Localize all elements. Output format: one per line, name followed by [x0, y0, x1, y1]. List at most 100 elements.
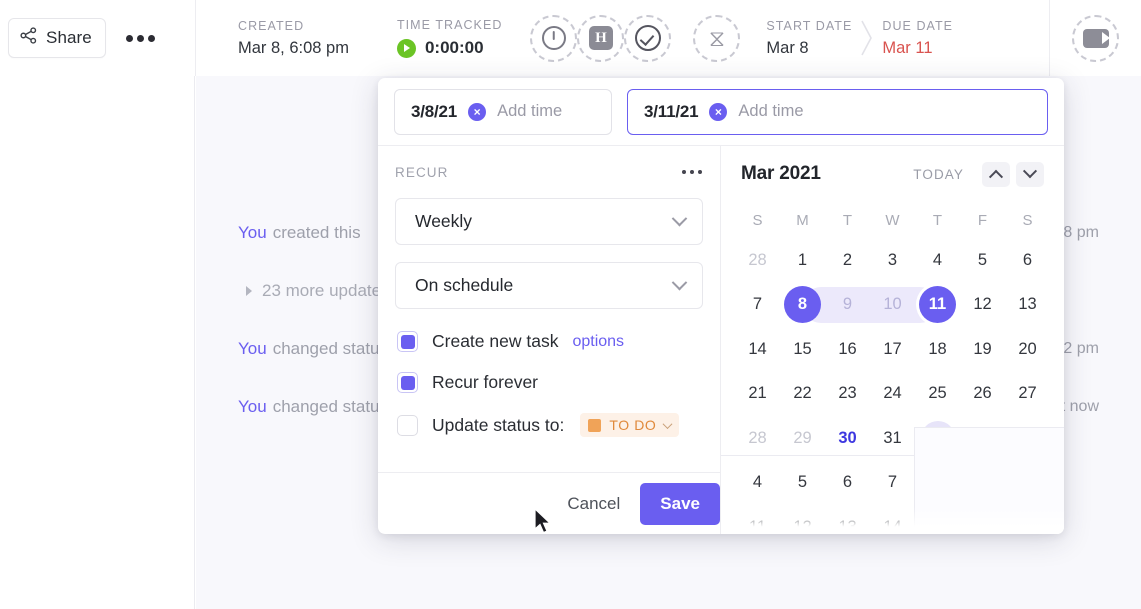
- start-date-input[interactable]: 3/8/21 × Add time: [394, 88, 612, 135]
- calendar-prev-month-button[interactable]: [982, 161, 1010, 187]
- calendar-day-cell[interactable]: 17: [870, 327, 915, 372]
- calendar-next-month-button[interactable]: [1016, 161, 1044, 187]
- calendar-day-cell[interactable]: 2: [825, 238, 870, 283]
- recur-frequency-select[interactable]: Weekly: [395, 198, 703, 245]
- calendar-day-cell[interactable]: 27: [1005, 372, 1050, 417]
- calendar-day-cell[interactable]: 31: [870, 416, 915, 461]
- clear-end-date-icon[interactable]: ×: [709, 102, 728, 121]
- recur-frequency-value: Weekly: [415, 211, 473, 231]
- letter-h-icon-button[interactable]: H: [577, 14, 625, 62]
- date-recurrence-popover: 3/8/21 × Add time 3/11/21 × Add time REC…: [378, 78, 1064, 534]
- calendar-day-cell[interactable]: 11: [735, 505, 780, 534]
- calendar-day-cell[interactable]: 1: [915, 416, 960, 461]
- share-button[interactable]: Share: [8, 18, 106, 58]
- time-tracked-field[interactable]: TIME TRACKED 0:00:00: [349, 0, 502, 76]
- calendar-day-cell[interactable]: 16: [960, 505, 1005, 534]
- calendar-day-cell[interactable]: 3: [1005, 416, 1050, 461]
- check-circle-icon-button[interactable]: [624, 14, 672, 62]
- calendar-day-cell[interactable]: 11: [915, 283, 960, 328]
- calendar-day-cell[interactable]: 21: [735, 372, 780, 417]
- time-tracked-caption: TIME TRACKED: [396, 18, 503, 32]
- calendar-day-cell[interactable]: 16: [825, 327, 870, 372]
- recur-forever-checkbox[interactable]: [397, 372, 418, 393]
- calendar-day-cell[interactable]: 14: [870, 505, 915, 534]
- play-circle-icon[interactable]: [396, 38, 416, 58]
- calendar-day-cell[interactable]: 25: [915, 372, 960, 417]
- calendar-day-number: 22: [793, 384, 812, 403]
- calendar-day-cell[interactable]: 9: [960, 461, 1005, 506]
- calendar-day-cell[interactable]: 9: [825, 283, 870, 328]
- recur-mode-select[interactable]: On schedule: [395, 262, 703, 309]
- calendar-day-number: 29: [793, 428, 812, 447]
- calendar-day-cell[interactable]: 29: [780, 416, 825, 461]
- calendar-day-cell[interactable]: 6: [825, 461, 870, 506]
- calendar-day-cell[interactable]: 8: [780, 283, 825, 328]
- calendar-day-cell[interactable]: 22: [780, 372, 825, 417]
- calendar-day-cell[interactable]: 28: [735, 416, 780, 461]
- end-add-time-button[interactable]: Add time: [738, 102, 803, 121]
- calendar-day-cell[interactable]: 13: [1005, 283, 1050, 328]
- clear-start-date-icon[interactable]: ×: [468, 102, 487, 121]
- calendar-day-number: 8: [797, 295, 808, 314]
- update-status-label: Update status to:: [432, 414, 565, 435]
- more-options-button[interactable]: [122, 29, 159, 48]
- recur-more-button[interactable]: [680, 164, 705, 181]
- calendar-day-cell[interactable]: 3: [870, 238, 915, 283]
- calendar-day-cell[interactable]: 15: [780, 327, 825, 372]
- option-recur-forever[interactable]: Recur forever: [397, 372, 720, 393]
- calendar-day-cell[interactable]: 4: [915, 238, 960, 283]
- calendar-day-cell[interactable]: 19: [960, 327, 1005, 372]
- calendar-day-cell[interactable]: 12: [960, 283, 1005, 328]
- calendar-day-cell[interactable]: 1: [780, 238, 825, 283]
- start-date-field[interactable]: START DATE Mar 8: [766, 0, 852, 76]
- calendar-day-cell[interactable]: 7: [735, 283, 780, 328]
- camera-icon-button[interactable]: [1072, 14, 1119, 62]
- calendar-day-cell[interactable]: 13: [825, 505, 870, 534]
- end-date-input[interactable]: 3/11/21 × Add time: [627, 88, 1048, 135]
- calendar-day-number: 17: [1018, 517, 1037, 534]
- calendar-day-number: 3: [887, 250, 898, 269]
- calendar-day-cell[interactable]: 18: [915, 327, 960, 372]
- calendar-day-cell[interactable]: 10: [870, 283, 915, 328]
- calendar-day-cell[interactable]: 23: [825, 372, 870, 417]
- status-select-pill[interactable]: TO DO: [580, 413, 680, 437]
- calendar-day-cell[interactable]: 7: [870, 461, 915, 506]
- create-new-task-options-link[interactable]: options: [572, 333, 624, 351]
- calendar-day-cell[interactable]: 15: [915, 505, 960, 534]
- option-update-status[interactable]: Update status to: TO DO: [397, 413, 720, 437]
- update-status-checkbox[interactable]: [397, 414, 418, 436]
- calendar-day-cell[interactable]: 10: [1005, 461, 1050, 506]
- hourglass-icon-button[interactable]: ⧖: [693, 14, 741, 62]
- calendar-day-cell[interactable]: 26: [960, 372, 1005, 417]
- calendar-day-cell[interactable]: 8: [915, 461, 960, 506]
- save-button[interactable]: Save: [640, 482, 720, 525]
- calendar-day-cell[interactable]: 24: [870, 372, 915, 417]
- time-tracked-value-row[interactable]: 0:00:00: [396, 38, 502, 58]
- option-create-new-task[interactable]: Create new task options: [397, 331, 720, 352]
- calendar-day-cell[interactable]: 14: [735, 327, 780, 372]
- calendar-day-number: 12: [973, 295, 992, 314]
- date-input-row: 3/8/21 × Add time 3/11/21 × Add time: [378, 78, 1064, 145]
- calendar-day-cell[interactable]: 28: [735, 238, 780, 283]
- calendar-day-cell[interactable]: 17: [1005, 505, 1050, 534]
- calendar-day-cell[interactable]: 6: [1005, 238, 1050, 283]
- activity-actor: You: [238, 397, 267, 416]
- start-add-time-button[interactable]: Add time: [497, 102, 562, 121]
- calendar-day-cell[interactable]: 30: [825, 416, 870, 461]
- calendar-day-number: 10: [1018, 473, 1037, 492]
- cancel-button[interactable]: Cancel: [561, 485, 626, 523]
- calendar-day-cell[interactable]: 20: [1005, 327, 1050, 372]
- calendar-today-button[interactable]: TODAY: [913, 167, 964, 182]
- calendar-day-number: 20: [1018, 339, 1037, 358]
- calendar-week-row: 7 8 9 10 11 12 13: [735, 283, 1050, 328]
- due-date-field[interactable]: DUE DATE Mar 11: [882, 0, 953, 76]
- share-button-label: Share: [46, 28, 92, 47]
- calendar-day-cell[interactable]: 5: [780, 461, 825, 506]
- create-new-task-checkbox[interactable]: [397, 331, 418, 352]
- end-date-input-value: 3/11/21: [644, 101, 699, 121]
- calendar-day-cell[interactable]: 4: [735, 461, 780, 506]
- calendar-day-cell[interactable]: 12: [780, 505, 825, 534]
- calendar-day-cell[interactable]: 5: [960, 238, 1005, 283]
- power-icon-button[interactable]: [530, 14, 578, 62]
- calendar-day-cell[interactable]: 2: [960, 416, 1005, 461]
